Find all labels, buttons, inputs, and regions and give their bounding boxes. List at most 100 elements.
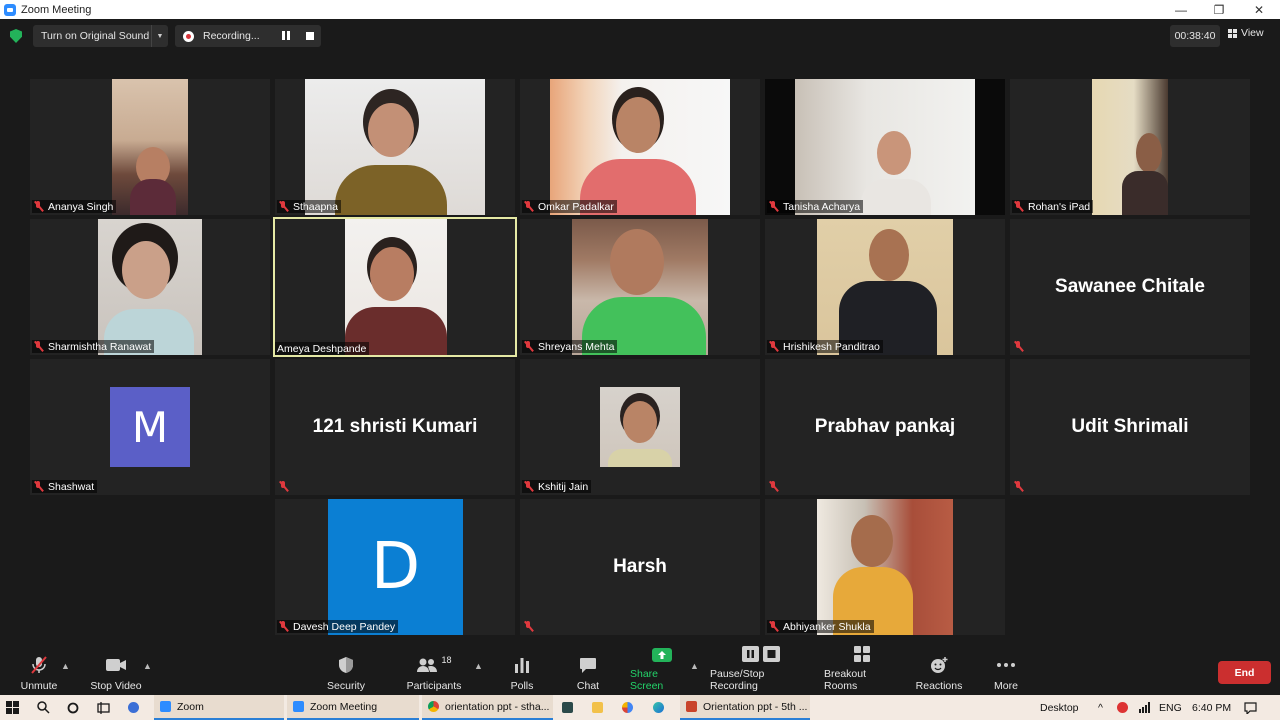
participant-tile[interactable]: Sthaapna xyxy=(275,79,515,215)
participant-name-label: Hrishikesh Panditrao xyxy=(767,340,883,353)
pinned-terminal-icon[interactable] xyxy=(562,695,578,720)
participant-tile[interactable]: Prabhav pankaj xyxy=(765,359,1005,495)
pause-recording-icon[interactable] xyxy=(282,31,290,40)
participant-name-label: Rohan's iPad xyxy=(1012,200,1094,213)
participant-tile[interactable]: Rohan's iPad xyxy=(1010,79,1250,215)
share-options-chevron-up-icon[interactable]: ▲ xyxy=(690,661,699,671)
participant-tile[interactable]: Abhiyanker Shukla xyxy=(765,499,1005,635)
taskbar-app-chrome[interactable]: orientation ppt - stha... xyxy=(422,695,553,720)
participant-name-label: Kshitij Jain xyxy=(522,480,592,493)
breakout-rooms-button[interactable]: Breakout Rooms xyxy=(824,646,900,695)
windows-start-icon[interactable] xyxy=(6,695,24,720)
participant-video xyxy=(817,499,953,635)
muted-mic-icon xyxy=(279,481,288,492)
participant-name-label: Sthaapna xyxy=(277,200,341,213)
participant-display-name: Harsh xyxy=(613,556,667,577)
participant-tile[interactable]: Ananya Singh xyxy=(30,79,270,215)
muted-mic-icon xyxy=(34,201,43,212)
participant-tile[interactable]: Omkar Padalkar xyxy=(520,79,760,215)
participant-tile[interactable]: Harsh xyxy=(520,499,760,635)
participant-tile[interactable]: 121 shristi Kumari xyxy=(275,359,515,495)
show-hidden-icons-chevron-icon[interactable]: ^ xyxy=(1098,695,1110,720)
participant-video xyxy=(112,79,188,215)
participant-name-label xyxy=(277,480,296,493)
taskbar-app-zoom-meeting[interactable]: Zoom Meeting xyxy=(287,695,419,720)
grid-view-icon xyxy=(1228,28,1237,38)
muted-mic-icon xyxy=(769,621,778,632)
system-clock[interactable]: 6:40 PM xyxy=(1192,695,1231,720)
polls-button[interactable]: Polls xyxy=(508,650,536,695)
muted-mic-icon xyxy=(1014,341,1023,352)
search-icon[interactable] xyxy=(37,695,55,720)
audio-options-chevron-up-icon[interactable]: ▲ xyxy=(61,661,70,671)
chrome-pinned-icon[interactable] xyxy=(622,695,638,720)
participant-video xyxy=(600,387,680,467)
participant-tile[interactable]: Shreyans Mehta xyxy=(520,219,760,355)
participant-name-label: Tanisha Acharya xyxy=(767,200,864,213)
task-view-icon[interactable] xyxy=(97,695,113,720)
taskbar-app-zoom[interactable]: Zoom xyxy=(154,695,284,720)
share-screen-button[interactable]: Share Screen xyxy=(630,647,694,695)
participant-name-label xyxy=(767,480,786,493)
participant-tile[interactable]: M Shashwat xyxy=(30,359,270,495)
edge-icon[interactable] xyxy=(653,695,669,720)
participants-chevron-up-icon[interactable]: ▲ xyxy=(474,661,483,671)
pinned-app-icon[interactable] xyxy=(128,695,146,720)
participant-tile[interactable]: Tanisha Acharya xyxy=(765,79,1005,215)
participant-video xyxy=(305,79,485,215)
share-screen-icon xyxy=(651,647,673,663)
network-icon[interactable] xyxy=(1139,695,1153,720)
chat-button[interactable]: Chat xyxy=(574,650,602,695)
pause-stop-recording-button[interactable]: Pause/Stop Recording xyxy=(710,646,812,695)
muted-mic-icon xyxy=(279,621,288,632)
participants-button[interactable]: 18 Participants xyxy=(406,650,462,695)
avatar: D xyxy=(328,499,463,635)
file-explorer-icon[interactable] xyxy=(592,695,608,720)
participant-name-label xyxy=(1012,480,1031,493)
participant-tile-active-speaker[interactable]: Ameya Deshpande xyxy=(273,217,517,357)
participant-video xyxy=(550,79,730,215)
security-button[interactable]: Security xyxy=(326,650,366,695)
more-ellipsis-icon xyxy=(996,655,1016,675)
input-language[interactable]: ENG xyxy=(1159,695,1182,720)
participant-video xyxy=(765,79,1005,215)
muted-mic-icon xyxy=(1014,201,1023,212)
minimize-button[interactable]: — xyxy=(1162,0,1200,19)
zoom-app-icon xyxy=(293,701,304,712)
taskbar-app-powerpoint[interactable]: Orientation ppt - 5th ... xyxy=(680,695,810,720)
unmute-button[interactable]: Unmute xyxy=(18,650,60,695)
stop-video-button[interactable]: Stop Video xyxy=(90,650,142,695)
tray-app-icon[interactable] xyxy=(1117,695,1133,720)
chrome-icon xyxy=(428,701,439,712)
participant-tile[interactable]: Kshitij Jain xyxy=(520,359,760,495)
view-button[interactable]: View xyxy=(1228,27,1264,39)
original-sound-button[interactable]: Turn on Original Sound ▼ xyxy=(33,25,168,47)
participant-tile[interactable]: Udit Shrimali xyxy=(1010,359,1250,495)
participant-display-name: 121 shristi Kumari xyxy=(312,416,478,437)
participant-tile[interactable]: Hrishikesh Panditrao xyxy=(765,219,1005,355)
participant-name-label xyxy=(1012,340,1031,353)
end-meeting-button[interactable]: End xyxy=(1218,661,1271,684)
muted-mic-icon xyxy=(769,481,778,492)
participant-name-label: Ananya Singh xyxy=(32,200,117,213)
more-button[interactable]: More xyxy=(990,650,1022,695)
video-options-chevron-up-icon[interactable]: ▲ xyxy=(143,661,152,671)
windows-taskbar: Zoom Zoom Meeting orientation ppt - stha… xyxy=(0,695,1280,720)
participant-tile[interactable]: D Davesh Deep Pandey xyxy=(275,499,515,635)
desktop-toolbar[interactable]: Desktop xyxy=(1040,695,1079,720)
participant-tile[interactable]: Sharmishtha Ranawat xyxy=(30,219,270,355)
chevron-down-icon[interactable]: ▼ xyxy=(151,25,168,47)
participant-name-label: Shreyans Mehta xyxy=(522,340,618,353)
meeting-timer: 00:38:40 xyxy=(1170,25,1220,47)
notification-center-icon[interactable] xyxy=(1244,695,1262,720)
zoom-app-icon xyxy=(4,3,16,16)
close-button[interactable]: ✕ xyxy=(1240,0,1278,19)
participant-display-name: Prabhav pankaj xyxy=(814,416,956,437)
stop-recording-icon[interactable] xyxy=(306,32,314,40)
cortana-circle-icon[interactable] xyxy=(67,695,83,720)
encryption-shield-icon[interactable] xyxy=(10,29,22,43)
participant-video xyxy=(817,219,953,355)
reactions-button[interactable]: Reactions xyxy=(916,650,962,695)
restore-button[interactable]: ❐ xyxy=(1200,0,1238,19)
participant-tile[interactable]: Sawanee Chitale xyxy=(1010,219,1250,355)
